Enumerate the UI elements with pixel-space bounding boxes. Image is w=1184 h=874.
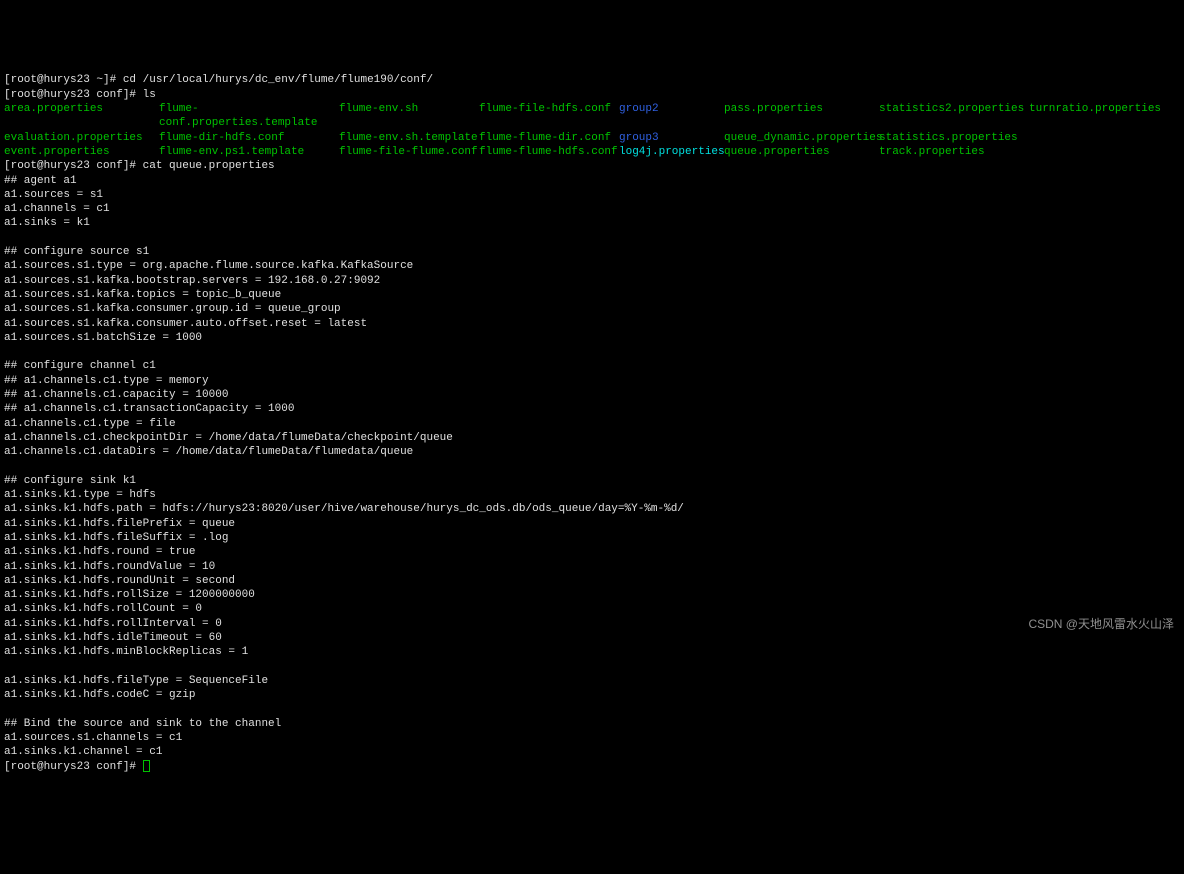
prompt-line: [root@hurys23 conf]# cat queue.propertie… [4, 160, 275, 172]
cursor-icon [143, 760, 150, 772]
file-item: flume-flume-dir.conf [479, 131, 619, 145]
cat-line: a1.sources.s1.kafka.consumer.auto.offset… [4, 318, 367, 330]
file-item: area.properties [4, 102, 159, 131]
prompt-line: [root@hurys23 conf]# [4, 761, 150, 773]
file-item: flume-flume-hdfs.conf [479, 145, 619, 159]
cat-line: a1.sources = s1 [4, 189, 103, 201]
cat-line: a1.sinks.k1.hdfs.rollSize = 1200000000 [4, 589, 255, 601]
file-item: evaluation.properties [4, 131, 159, 145]
cmd-ls: ls [143, 89, 156, 101]
cat-line: a1.sources.s1.type = org.apache.flume.so… [4, 260, 413, 272]
file-item: flume-env.ps1.template [159, 145, 339, 159]
cat-line: ## a1.channels.c1.type = memory [4, 375, 209, 387]
cat-line: a1.sources.s1.batchSize = 1000 [4, 332, 202, 344]
cat-line: ## configure channel c1 [4, 360, 156, 372]
file-item: event.properties [4, 145, 159, 159]
cat-line: a1.channels.c1.checkpointDir = /home/dat… [4, 432, 453, 444]
cat-line: a1.sinks.k1.hdfs.roundUnit = second [4, 575, 235, 587]
prompt-line: [root@hurys23 conf]# ls [4, 89, 156, 101]
dir-item: group2 [619, 102, 724, 131]
cat-line: ## Bind the source and sink to the chann… [4, 718, 281, 730]
cat-line: a1.sinks.k1.hdfs.rollCount = 0 [4, 603, 202, 615]
cat-line: ## configure sink k1 [4, 475, 136, 487]
file-item: flume-env.sh [339, 102, 479, 131]
cat-line: a1.channels.c1.dataDirs = /home/data/flu… [4, 446, 413, 458]
cat-line: a1.sinks.k1.channel = c1 [4, 746, 162, 758]
cat-line: a1.channels = c1 [4, 203, 110, 215]
cat-line: a1.sinks = k1 [4, 217, 90, 229]
file-item: flume-dir-hdfs.conf [159, 131, 339, 145]
cmd-cat: cat queue.properties [143, 160, 275, 172]
file-item: flume-env.sh.template [339, 131, 479, 145]
cat-line: a1.sinks.k1.hdfs.rollInterval = 0 [4, 618, 222, 630]
file-item: flume-file-flume.conf [339, 145, 479, 159]
cat-line: a1.sinks.k1.hdfs.path = hdfs://hurys23:8… [4, 503, 684, 515]
cat-line: a1.sinks.k1.hdfs.filePrefix = queue [4, 518, 235, 530]
cmd-cd: cd /usr/local/hurys/dc_env/flume/flume19… [123, 74, 433, 86]
cat-line: a1.sinks.k1.hdfs.minBlockReplicas = 1 [4, 646, 248, 658]
cat-line: a1.sinks.k1.hdfs.fileSuffix = .log [4, 532, 228, 544]
file-item: flume-file-hdfs.conf [479, 102, 619, 131]
watermark-text: CSDN @天地风雷水火山泽 [1028, 617, 1174, 633]
file-item: log4j.properties [619, 145, 724, 159]
cat-line: ## a1.channels.c1.capacity = 10000 [4, 389, 228, 401]
cat-line: a1.sinks.k1.type = hdfs [4, 489, 156, 501]
cat-line: a1.sources.s1.kafka.topics = topic_b_que… [4, 289, 281, 301]
cat-line: a1.sources.s1.kafka.bootstrap.servers = … [4, 275, 380, 287]
cat-line: ## configure source s1 [4, 246, 149, 258]
dir-item: group3 [619, 131, 724, 145]
cat-line: a1.sinks.k1.hdfs.codeC = gzip [4, 689, 195, 701]
file-item: turnratio.properties [1029, 102, 1180, 131]
file-item: flume-conf.properties.template [159, 102, 339, 131]
cat-line: ## a1.channels.c1.transactionCapacity = … [4, 403, 294, 415]
cat-line: a1.sinks.k1.hdfs.fileType = SequenceFile [4, 675, 268, 687]
file-item: statistics.properties [879, 131, 1029, 145]
file-item [1029, 131, 1180, 145]
file-item: statistics2.properties [879, 102, 1029, 131]
cat-line: a1.channels.c1.type = file [4, 418, 176, 430]
file-item: track.properties [879, 145, 1029, 159]
ls-output: area.propertiesflume-conf.properties.tem… [4, 102, 1180, 159]
terminal-output[interactable]: [root@hurys23 ~]# cd /usr/local/hurys/dc… [4, 59, 1180, 774]
cat-line: a1.sinks.k1.hdfs.roundValue = 10 [4, 561, 215, 573]
cat-line: a1.sources.s1.kafka.consumer.group.id = … [4, 303, 341, 315]
cat-line: a1.sources.s1.channels = c1 [4, 732, 182, 744]
prompt-line: [root@hurys23 ~]# cd /usr/local/hurys/dc… [4, 74, 433, 86]
file-item: queue_dynamic.properties [724, 131, 879, 145]
file-item: queue.properties [724, 145, 879, 159]
file-item [1029, 145, 1180, 159]
cat-line: a1.sinks.k1.hdfs.round = true [4, 546, 195, 558]
cat-line: a1.sinks.k1.hdfs.idleTimeout = 60 [4, 632, 222, 644]
cat-line: ## agent a1 [4, 175, 77, 187]
file-item: pass.properties [724, 102, 879, 131]
